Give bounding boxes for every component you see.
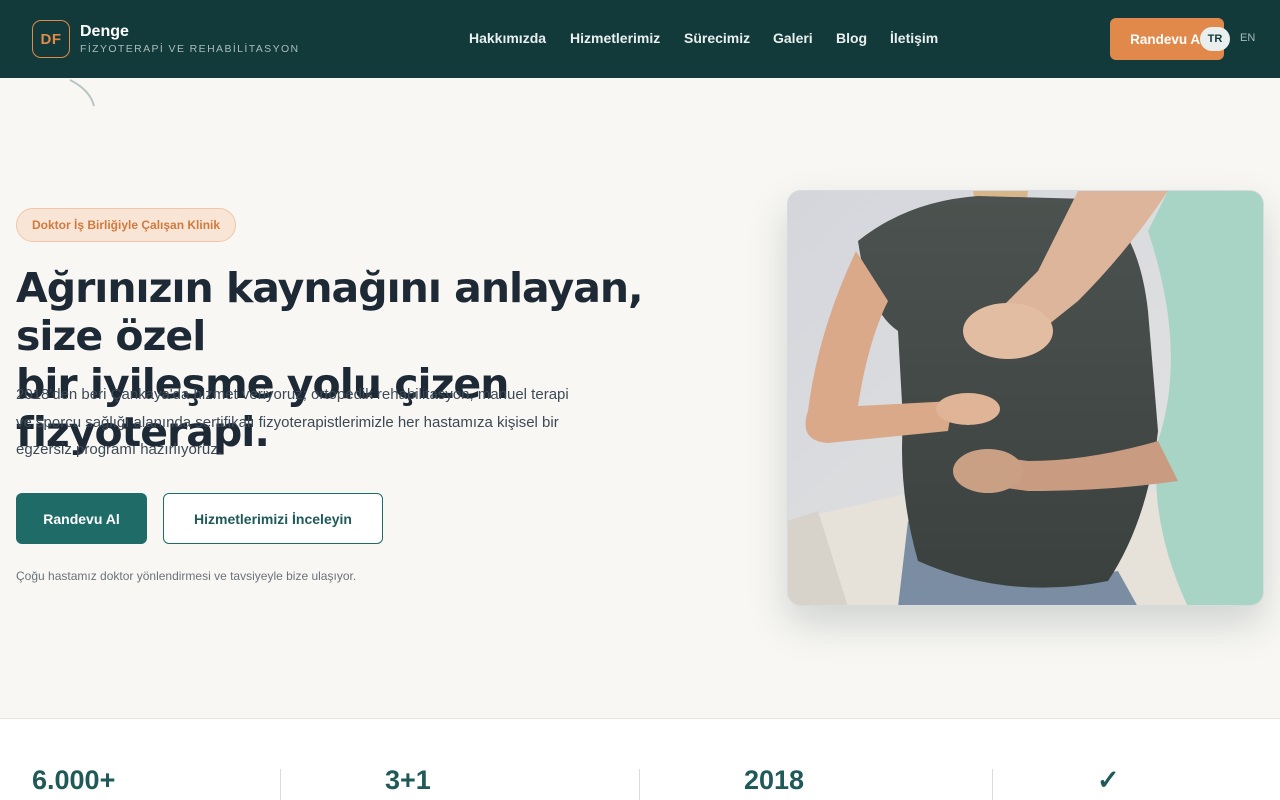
language-tr-toggle[interactable]: TR — [1200, 27, 1230, 51]
nav-link-blog[interactable]: Blog — [836, 30, 867, 46]
brand-subtitle: FİZYOTERAPİ VE REHABİLİTASYON — [80, 43, 300, 55]
hero-photo — [787, 190, 1264, 606]
nav-link-hakkimizda[interactable]: Hakkımızda — [469, 30, 546, 46]
hero-title-line-1: Ağrınızın kaynağını anlayan, size özel — [16, 264, 644, 360]
site-header: DF Denge FİZYOTERAPİ VE REHABİLİTASYON H… — [0, 0, 1280, 78]
brand-name[interactable]: Denge — [80, 23, 129, 41]
stat-value-check: ✓ — [1097, 765, 1120, 795]
view-services-button[interactable]: Hizmetlerimizi İnceleyin — [163, 493, 383, 544]
stat-value-year: 2018 — [744, 765, 805, 795]
stats-bar: 6.000+ 3+1 2018 ✓ — [0, 718, 1280, 800]
stat-value-team: 3+1 — [385, 765, 431, 795]
appointment-button[interactable]: Randevu Al — [16, 493, 147, 544]
nav-link-hizmetlerimiz[interactable]: Hizmetlerimiz — [570, 30, 660, 46]
hero-note: Çoğu hastamız doktor yönlendirmesi ve ta… — [16, 569, 357, 583]
hero-description: 2018'den beri Çankaya'da hizmet veriyoru… — [16, 386, 569, 458]
stats-divider — [992, 769, 993, 800]
nav-link-galeri[interactable]: Galeri — [773, 30, 813, 46]
stats-divider — [639, 769, 640, 800]
stat-value-patients: 6.000+ — [32, 765, 116, 795]
physiotherapy-photo-illustration — [788, 191, 1263, 605]
clinic-badge: Doktor İş Birliğiyle Çalışan Klinik — [16, 208, 237, 242]
language-en-toggle[interactable]: EN — [1240, 32, 1255, 44]
nav-link-surecimiz[interactable]: Sürecimiz — [684, 30, 750, 46]
nav-link-iletisim[interactable]: İletişim — [890, 30, 938, 46]
decorative-arc — [69, 79, 95, 107]
stats-divider — [280, 769, 281, 800]
